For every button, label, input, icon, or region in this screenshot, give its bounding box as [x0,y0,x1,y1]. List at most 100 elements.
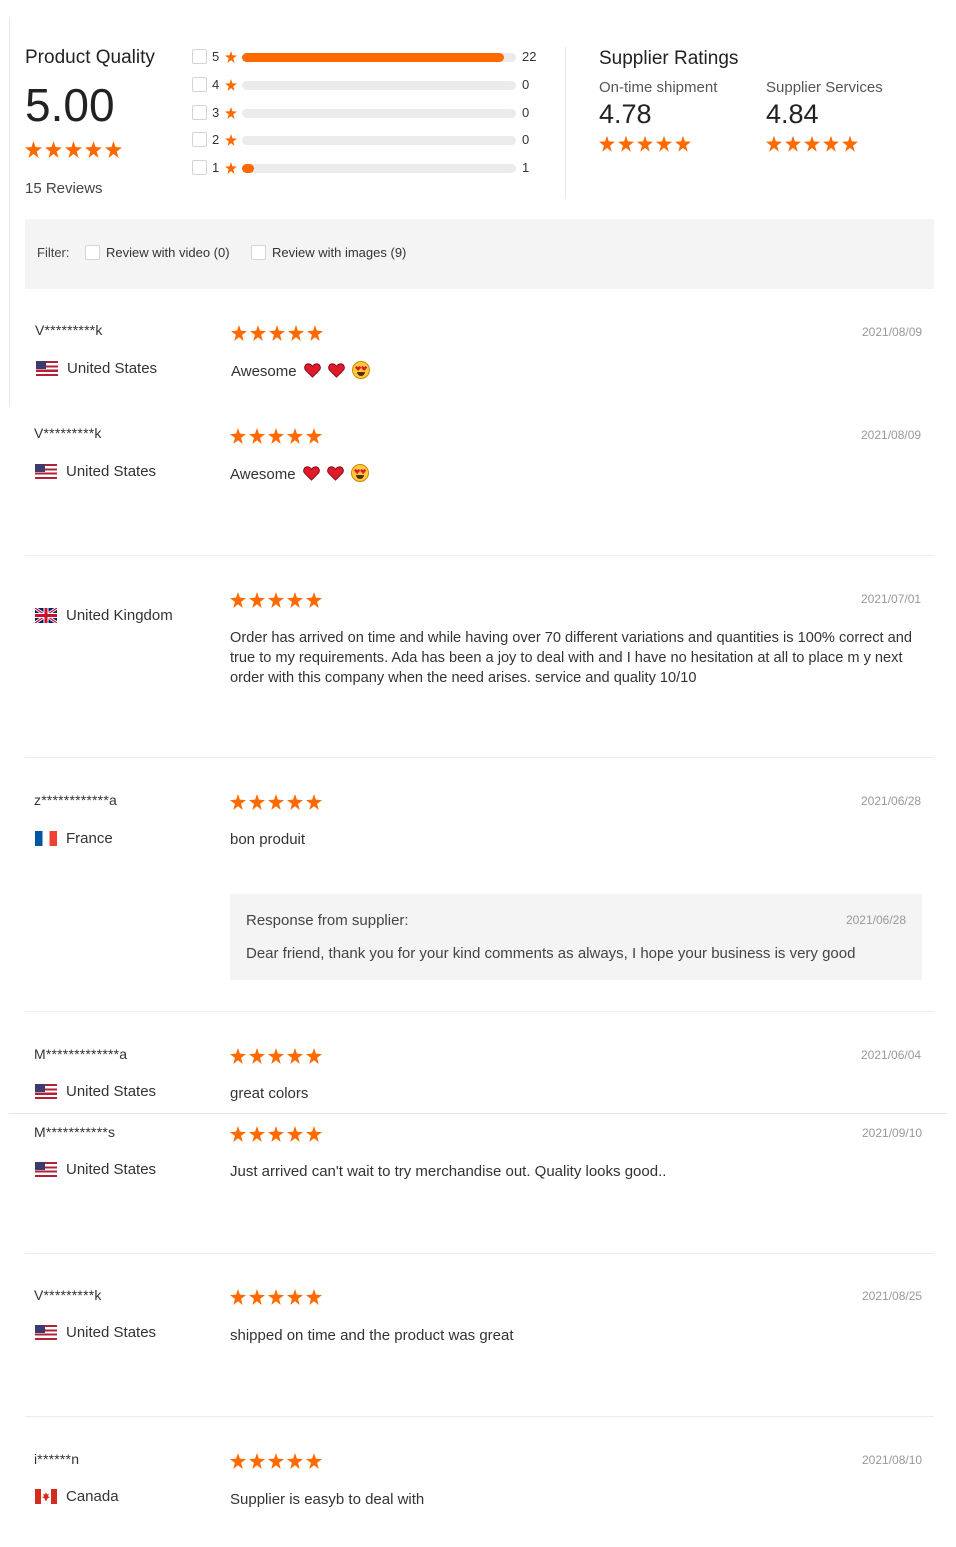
star-icon [249,592,265,608]
star-icon [225,134,237,146]
review-text: Just arrived can't wait to try merchandi… [230,1163,667,1180]
rating-bar-track [242,136,516,145]
flag-us-icon [35,1325,57,1340]
review-text: Order has arrived on time and while havi… [230,630,912,686]
star-icon [268,1126,284,1142]
rating-3-checkbox[interactable] [192,105,207,120]
star-icon [804,135,820,152]
rating-row-5[interactable]: 5 22 [192,48,552,66]
rating-count: 0 [522,105,530,120]
rating-bar-fill [242,53,504,62]
star-icon [230,1289,246,1305]
rating-bar-track [242,164,516,173]
reviewer-country: United States [35,463,156,480]
reviewer-country: United States [35,1083,156,1100]
rating-row-1[interactable]: 1 1 [192,159,552,177]
rating-bar-fill [242,164,255,173]
rating-5-checkbox[interactable] [192,49,207,64]
star-icon [268,1048,284,1064]
ontime-value: 4.78 [599,99,652,129]
star-icon [599,135,615,152]
star-icon [268,1289,284,1305]
review-stars [230,592,322,608]
country-name: United States [67,360,158,377]
star-icon [288,325,304,341]
star-icon [249,428,265,444]
rating-level: 1 [212,160,220,175]
review-date: 2021/07/01 [861,592,922,606]
star-icon [287,794,303,810]
flag-uk-icon [35,608,57,623]
filter-video-option[interactable]: Review with video (0) [85,245,230,260]
services-label: Supplier Services [766,79,883,96]
review-date: 2021/08/09 [861,428,922,442]
review-divider [25,757,934,758]
review-stars [230,1126,322,1142]
rating-bar-track [242,53,516,62]
rating-row-3[interactable]: 3 0 [192,104,552,122]
rating-4-checkbox[interactable] [192,77,207,92]
review-divider [25,1011,934,1012]
star-icon [249,794,265,810]
ontime-shipment-rating: On-time shipment 4.78 [599,79,717,152]
star-icon [842,135,858,152]
star-icon [306,794,322,810]
review-date: 2021/06/04 [861,1048,922,1062]
star-icon [249,1453,265,1469]
left-rule [9,18,10,406]
star-icon [249,1048,265,1064]
flag-us-icon [35,1084,57,1099]
review-text: bon produit [230,831,306,848]
review-divider [25,1416,934,1417]
star-icon [306,592,322,608]
reviewer-name: V*********k [35,322,103,338]
star-icon [306,1453,322,1469]
filter-images-checkbox[interactable] [251,245,266,260]
filter-images-option[interactable]: Review with images (9) [251,245,406,260]
reviewer-name: V*********k [34,1287,102,1303]
country-name: United Kingdom [66,607,173,624]
star-icon [823,135,839,152]
reviewer-country: United States [35,1324,156,1341]
heart-emoji-icon [302,466,320,481]
star-icon [287,1048,303,1064]
star-icon [249,1126,265,1142]
star-icon [287,1289,303,1305]
star-icon [269,325,285,341]
reviewer-country: United Kingdom [35,607,173,624]
rating-1-checkbox[interactable] [192,160,207,175]
reviewer-name: V*********k [34,425,102,441]
rating-row-4[interactable]: 4 0 [192,76,552,94]
rating-row-2[interactable]: 2 0 [192,131,552,149]
reviewer-name: z************a [34,792,117,808]
country-name: United States [66,1324,157,1341]
section-rule [9,1113,947,1114]
star-icon [306,1126,322,1142]
star-icon [656,135,672,152]
rating-level: 5 [212,49,220,64]
review-stars [231,325,323,341]
star-icon [230,1126,246,1142]
rating-2-checkbox[interactable] [192,132,207,147]
rating-level: 4 [212,77,220,92]
review-date: 2021/09/10 [862,1126,923,1140]
star-icon [25,141,42,158]
filter-images-label: Review with images (9) [272,245,407,260]
star-icon [785,135,801,152]
star-icon [766,135,782,152]
star-icon [268,428,284,444]
star-icon [268,1453,284,1469]
star-icon [287,592,303,608]
review-date: 2021/06/28 [861,794,922,808]
star-icon [65,141,82,158]
filter-video-checkbox[interactable] [85,245,100,260]
services-value: 4.84 [766,99,819,129]
review-divider [25,1253,934,1254]
review-text: great colors [230,1085,309,1102]
reviewer-country: Canada [35,1488,119,1505]
star-icon [287,1126,303,1142]
star-icon [105,141,122,158]
rating-level: 2 [212,132,220,147]
filter-bar: Filter: Review with video (0) Review wit… [25,219,934,289]
ontime-stars [599,135,717,152]
